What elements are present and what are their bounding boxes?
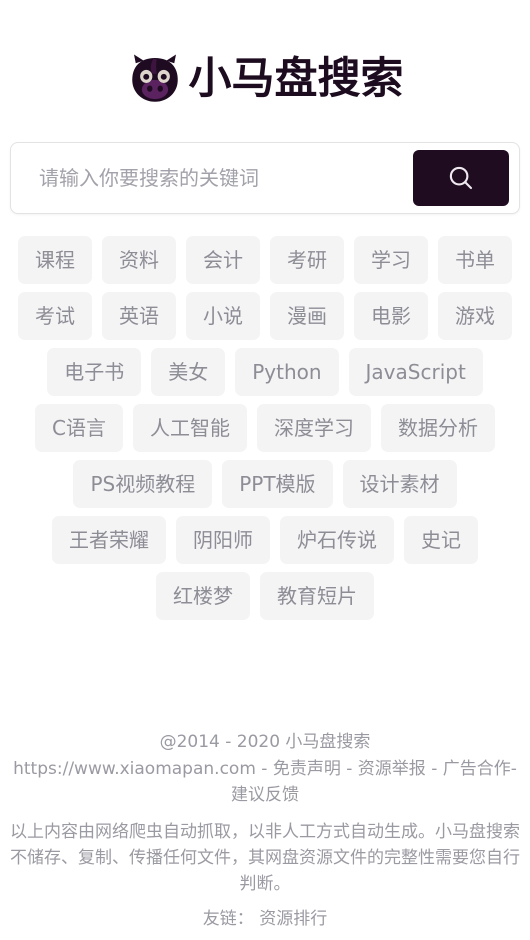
tag-row: C语言 人工智能 深度学习 数据分析 bbox=[4, 404, 526, 452]
friend-links-label: 友链： bbox=[202, 908, 254, 929]
search-input[interactable] bbox=[11, 143, 413, 213]
tag-item[interactable]: 美女 bbox=[151, 348, 226, 396]
site-header: 小马盘搜索 bbox=[127, 48, 404, 110]
tag-item[interactable]: 阴阳师 bbox=[176, 516, 270, 564]
tag-item[interactable]: JavaScript bbox=[348, 348, 483, 396]
search-button[interactable] bbox=[413, 150, 509, 206]
tag-item[interactable]: 电影 bbox=[354, 292, 428, 340]
tag-item[interactable]: PPT模版 bbox=[222, 460, 333, 508]
tag-item[interactable]: 数据分析 bbox=[380, 404, 495, 452]
tag-item[interactable]: 史记 bbox=[404, 516, 478, 564]
friend-link-ranking[interactable]: 资源排行 bbox=[259, 909, 327, 929]
search-bar bbox=[10, 142, 520, 214]
tag-cloud: 课程 资料 会计 考研 学习 书单 考试 英语 小说 漫画 电影 游戏 电子书 … bbox=[4, 236, 526, 620]
footer-separator: - bbox=[346, 758, 353, 779]
footer-separator: - bbox=[261, 758, 268, 779]
tag-item[interactable]: 深度学习 bbox=[256, 404, 371, 452]
pony-head-icon bbox=[127, 51, 183, 107]
tag-item[interactable]: PS视频教程 bbox=[73, 460, 213, 508]
tag-item[interactable]: 考试 bbox=[18, 292, 92, 340]
tag-item[interactable]: 小说 bbox=[186, 292, 260, 340]
footer-link-disclaimer[interactable]: 免责声明 bbox=[273, 759, 341, 779]
tag-item[interactable]: 人工智能 bbox=[132, 404, 247, 452]
tag-item[interactable]: 课程 bbox=[18, 236, 92, 284]
tag-item[interactable]: 电子书 bbox=[47, 348, 142, 396]
tag-item[interactable]: 王者荣耀 bbox=[52, 516, 166, 564]
tag-item[interactable]: 英语 bbox=[102, 292, 176, 340]
tag-row: 考试 英语 小说 漫画 电影 游戏 bbox=[4, 292, 526, 340]
footer-link-advertising[interactable]: 广告合作- bbox=[443, 759, 517, 779]
tag-item[interactable]: 会计 bbox=[186, 236, 260, 284]
tag-item[interactable]: 红楼梦 bbox=[156, 572, 250, 620]
footer-friend-links: 友链： 资源排行 bbox=[0, 906, 530, 932]
tag-row: PS视频教程 PPT模版 设计素材 bbox=[4, 460, 526, 508]
site-title: 小马盘搜索 bbox=[188, 53, 404, 104]
tag-row: 红楼梦 教育短片 bbox=[4, 572, 526, 620]
tag-item[interactable]: 游戏 bbox=[438, 292, 512, 340]
footer-disclaimer: 以上内容由网络爬虫自动抓取，以非人工方式自动生成。小马盘搜索不储存、复制、传播任… bbox=[10, 821, 520, 895]
footer-copyright: @2014 - 2020 小马盘搜索 bbox=[159, 731, 371, 752]
tag-row: 王者荣耀 阴阳师 炉石传说 史记 bbox=[4, 516, 526, 564]
tag-item[interactable]: 炉石传说 bbox=[280, 516, 394, 564]
tag-item[interactable]: 资料 bbox=[102, 236, 176, 284]
footer-separator: - bbox=[431, 758, 438, 779]
tag-item[interactable]: 漫画 bbox=[270, 292, 344, 340]
footer-site-url[interactable]: https://www.xiaomapan.com bbox=[13, 759, 256, 779]
tag-item[interactable]: 设计素材 bbox=[342, 460, 457, 508]
search-icon bbox=[446, 163, 476, 193]
tag-item[interactable]: 教育短片 bbox=[260, 572, 374, 620]
tag-item[interactable]: C语言 bbox=[35, 404, 123, 452]
tag-row: 电子书 美女 Python JavaScript bbox=[4, 348, 526, 396]
site-footer: @2014 - 2020 小马盘搜索 https://www.xiaomapan… bbox=[0, 729, 530, 932]
footer-link-feedback[interactable]: 建议反馈 bbox=[231, 785, 299, 805]
tag-item[interactable]: Python bbox=[235, 348, 339, 396]
tag-item[interactable]: 学习 bbox=[354, 236, 428, 284]
page-root: 小马盘搜索 课程 资料 会计 考研 学习 书单 考试 英语 小说 漫画 bbox=[0, 0, 530, 940]
footer-links: https://www.xiaomapan.com - 免责声明 - 资源举报 … bbox=[0, 756, 530, 809]
tag-item[interactable]: 书单 bbox=[438, 236, 512, 284]
footer-link-report[interactable]: 资源举报 bbox=[358, 759, 426, 779]
tag-row: 课程 资料 会计 考研 学习 书单 bbox=[4, 236, 526, 284]
tag-item[interactable]: 考研 bbox=[270, 236, 344, 284]
